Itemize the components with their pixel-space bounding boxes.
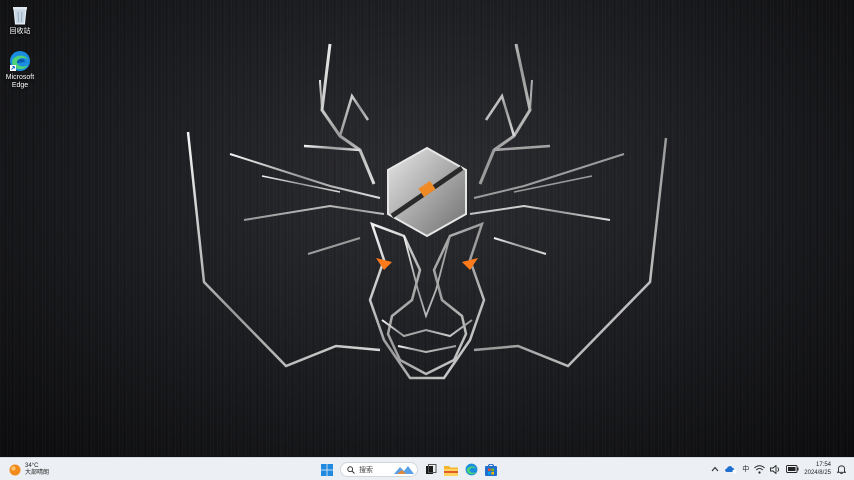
notifications-button[interactable]: [837, 462, 846, 476]
desktop-icon-label: 回收站: [9, 28, 31, 35]
wifi-icon: [754, 464, 766, 474]
taskbar: 34°C 大部晴朗 搜索 中 17:54 2024/8/25: [0, 457, 854, 480]
edge-taskbar-button[interactable]: [462, 461, 480, 479]
sun-icon: [9, 464, 21, 475]
clock-date: 2024/8/25: [804, 470, 831, 476]
wallpaper-dragon-art: [186, 43, 668, 380]
weather-widget[interactable]: 34°C 大部晴朗: [8, 460, 49, 479]
search-placeholder: 搜索: [359, 466, 373, 474]
input-method-indicator[interactable]: 中: [742, 462, 749, 476]
onedrive-button[interactable]: [724, 462, 737, 476]
task-view-icon: [426, 463, 437, 474]
file-explorer-icon: [444, 465, 458, 476]
windows-start-icon: [321, 463, 333, 476]
recycle-bin-icon: [13, 7, 27, 25]
battery-button[interactable]: [786, 462, 799, 476]
microsoft-store-button[interactable]: [482, 461, 500, 479]
edge-icon: [465, 463, 477, 476]
task-view-button[interactable]: [422, 461, 440, 479]
search-icon: [347, 465, 355, 474]
show-hidden-icons-button[interactable]: [711, 462, 719, 476]
taskbar-search-box[interactable]: 搜索: [340, 462, 418, 477]
edge-icon: [10, 51, 30, 71]
desktop-icon-label: Microsoft Edge: [5, 74, 35, 89]
volume-button[interactable]: [770, 462, 781, 476]
file-explorer-button[interactable]: [442, 461, 460, 479]
clock[interactable]: 17:54 2024/8/25: [804, 461, 831, 477]
search-highlight-icon: [394, 466, 414, 474]
battery-icon: [786, 465, 799, 473]
microsoft-store-icon: [485, 463, 497, 476]
weather-condition: 大部晴朗: [25, 469, 50, 476]
bell-icon: [837, 465, 846, 474]
desktop-icon-recycle-bin[interactable]: 回收站: [0, 4, 40, 36]
weather-temperature: 34°C: [25, 462, 39, 469]
speaker-icon: [770, 464, 780, 474]
desktop-icon-edge[interactable]: Microsoft Edge: [0, 50, 40, 90]
chevron-up-icon: [711, 466, 719, 472]
desktop: 回收站 Microsoft Edge: [0, 0, 854, 457]
start-button[interactable]: [318, 461, 336, 479]
cloud-status-icon: [725, 466, 737, 474]
clock-time: 17:54: [815, 462, 831, 468]
network-button[interactable]: [754, 462, 766, 476]
taskbar-center: 搜索: [318, 460, 502, 479]
system-tray: 中 17:54 2024/8/25: [711, 458, 854, 480]
